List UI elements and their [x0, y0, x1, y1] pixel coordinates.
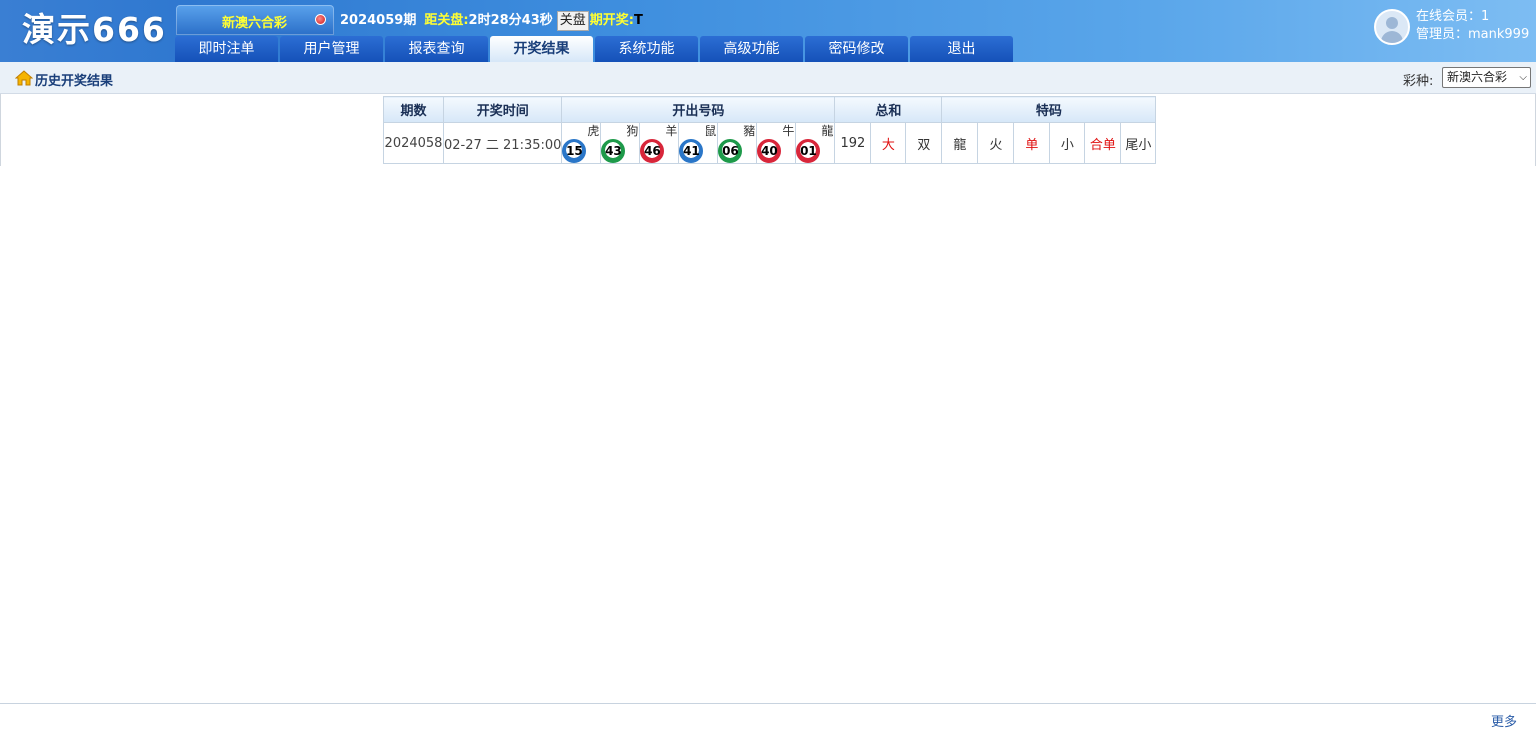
- ball-cell: 狗 43: [600, 122, 641, 164]
- draw-time-cell: 02-27 二 21:35:00: [442, 122, 563, 164]
- zodiac-label: 羊: [665, 124, 678, 138]
- number-ball: 41: [679, 139, 704, 163]
- main-nav: 即时注单 用户管理 报表查询 开奖结果 系统功能 高级功能 密码修改 退出: [175, 36, 1015, 62]
- zodiac-label: 豬: [743, 124, 756, 138]
- sum-cell: 192: [834, 122, 872, 164]
- col-period: 期数: [383, 96, 444, 123]
- lottery-type-select[interactable]: 新澳六合彩 ⌵: [1442, 67, 1531, 88]
- brand-logo: 演示666: [22, 10, 167, 49]
- lottery-type-label: 彩种:: [1403, 74, 1434, 89]
- table-header-row: 期数 开奖时间 开出号码 总和 特码: [383, 96, 1157, 123]
- online-members: 在线会员：1: [1416, 9, 1490, 24]
- close-market-button[interactable]: 关盘: [556, 11, 589, 31]
- status-line: 2024059期 距关盘: 2时28分43秒 关盘 期开奖: T: [340, 11, 643, 31]
- results-table: 期数 开奖时间 开出号码 总和 特码 2024058 02-27 二 21:35:…: [383, 96, 1157, 164]
- special-cell: 尾小: [1120, 122, 1157, 164]
- period-label: 2024059期: [340, 13, 417, 28]
- nav-reports[interactable]: 报表查询: [385, 36, 488, 62]
- top-header: 演示666 新澳六合彩 2024059期 距关盘: 2时28分43秒 关盘 期开…: [0, 0, 1536, 62]
- number-ball: 40: [757, 139, 782, 163]
- nav-logout[interactable]: 退出: [910, 36, 1013, 62]
- zodiac-label: 狗: [626, 124, 639, 138]
- number-ball: 15: [562, 139, 587, 163]
- nav-live-bets[interactable]: 即时注单: [175, 36, 278, 62]
- nav-system[interactable]: 系统功能: [595, 36, 698, 62]
- admin-name: 管理员：mank999: [1416, 27, 1530, 42]
- nav-password[interactable]: 密码修改: [805, 36, 908, 62]
- ball-cell: 鼠 41: [678, 122, 719, 164]
- countdown-label: 距关盘:: [424, 13, 469, 28]
- sub-toolbar: 历史开奖结果 彩种: 新澳六合彩 ⌵: [0, 62, 1536, 94]
- number-ball: 46: [640, 139, 665, 163]
- page-title: 历史开奖结果: [35, 74, 114, 89]
- zodiac-label: 虎: [587, 124, 600, 138]
- number-ball: 06: [718, 139, 743, 163]
- zodiac-label: 鼠: [704, 124, 717, 138]
- ball-cell: 龍 01: [795, 122, 836, 164]
- chevron-down-icon: ⌵: [1519, 72, 1527, 83]
- open-label: 期开奖:: [589, 13, 634, 28]
- special-cell: 龍: [941, 122, 979, 164]
- special-cell: 单: [1013, 122, 1051, 164]
- lottery-selector[interactable]: 新澳六合彩: [176, 5, 334, 35]
- nav-user-management[interactable]: 用户管理: [280, 36, 383, 62]
- period-cell: 2024058: [383, 122, 444, 164]
- home-icon: [15, 70, 33, 86]
- avatar-icon: [1374, 9, 1410, 45]
- zodiac-label: 牛: [782, 124, 795, 138]
- footer-bar: 更多: [0, 703, 1536, 737]
- sum-cell: 双: [905, 122, 943, 164]
- nav-draw-results[interactable]: 开奖结果: [490, 36, 593, 62]
- open-value: T: [633, 13, 643, 28]
- ball-cell: 羊 46: [639, 122, 680, 164]
- lottery-name: 新澳六合彩: [222, 16, 288, 31]
- zodiac-label: 龍: [821, 124, 834, 138]
- ball-cell: 牛 40: [756, 122, 797, 164]
- lottery-type-value: 新澳六合彩: [1447, 70, 1508, 84]
- ball-cell: 虎 15: [561, 122, 602, 164]
- col-special: 特码: [941, 96, 1157, 123]
- col-numbers: 开出号码: [561, 96, 836, 123]
- special-cell: 小: [1049, 122, 1086, 164]
- number-ball: 01: [796, 139, 821, 163]
- more-link[interactable]: 更多: [1491, 711, 1517, 730]
- sum-cell: 大: [870, 122, 907, 164]
- col-sum: 总和: [834, 96, 943, 123]
- special-cell: 火: [977, 122, 1015, 164]
- special-cell: 合单: [1084, 122, 1122, 164]
- ball-cell: 豬 06: [717, 122, 758, 164]
- number-ball: 43: [601, 139, 626, 163]
- nav-advanced[interactable]: 高级功能: [700, 36, 803, 62]
- table-row: 2024058 02-27 二 21:35:00 虎 15 狗 43 羊 46 鼠 41 豬 06 牛 4…: [383, 122, 1157, 164]
- countdown-value: 2时28分43秒: [468, 13, 553, 28]
- status-dot-icon: [315, 14, 326, 25]
- col-time: 开奖时间: [442, 96, 563, 123]
